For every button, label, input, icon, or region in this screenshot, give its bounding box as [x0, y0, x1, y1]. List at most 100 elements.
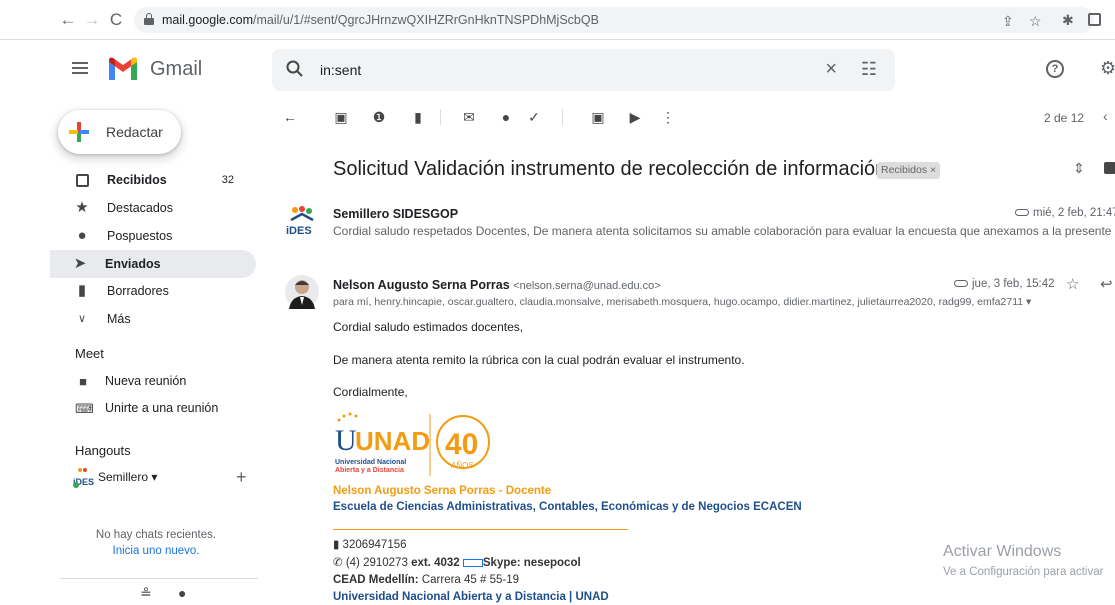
signature-name: Nelson Augusto Serna Porras - Docente [333, 485, 552, 497]
svg-text:iDES: iDES [286, 225, 312, 237]
label-icon[interactable]: ▶ [627, 109, 643, 125]
signature-university: Universidad Nacional Abierta y a Distanc… [333, 591, 609, 603]
hangouts-user-status[interactable]: iDES Semillero ▾ + [72, 466, 262, 490]
meet-item-label: Unirte a una reunión [105, 401, 219, 415]
main-menu-icon[interactable] [72, 62, 88, 74]
windows-activation-subtitle: Ve a Configuración para activar [943, 566, 1104, 578]
meet-item-label: Nueva reunión [105, 374, 187, 388]
message-snippet[interactable]: Cordial saludo respetados Docentes, De m… [333, 224, 1115, 238]
pagination-text: 2 de 12 [1044, 111, 1085, 125]
signature-school: Escuela de Ciencias Administrativas, Con… [333, 501, 802, 513]
message-date: mié, 2 feb, 21:47 [1015, 207, 1115, 219]
video-icon: ■ [79, 374, 87, 389]
more-options-icon[interactable]: ⋮ [660, 109, 676, 125]
keyboard-icon: ⌨ [75, 401, 94, 416]
person-icon[interactable]: ≗ [140, 585, 152, 602]
sidebar-item-label: Enviados [105, 257, 161, 271]
inbox-icon [76, 174, 89, 187]
svg-text:U: U [335, 424, 357, 457]
send-icon: ➤ [73, 255, 87, 272]
search-input[interactable]: in:sent [320, 62, 361, 78]
start-chat-link[interactable]: Inicia uno nuevo. [70, 543, 242, 559]
help-icon[interactable]: ? [1046, 60, 1064, 78]
anniversary-number: 40 [445, 428, 478, 461]
keyboard-icon [462, 558, 483, 567]
report-spam-icon[interactable]: ❶ [371, 109, 387, 125]
sidebar-item-snoozed[interactable]: ● Pospuestos [52, 222, 258, 250]
meet-section-title: Meet [75, 346, 104, 361]
body-paragraph: De manera atenta remito la rúbrica con l… [333, 353, 745, 367]
join-meeting-button[interactable]: ⌨ Unirte a una reunión [75, 397, 255, 421]
back-to-list-icon[interactable]: ← [282, 109, 298, 125]
logo-sub2: Abierta y a Distancia [335, 467, 404, 474]
windows-activation-title: Activar Windows [943, 543, 1062, 560]
back-arrow-icon[interactable]: ← [58, 10, 78, 30]
chat-bubble-icon[interactable]: ● [178, 585, 186, 601]
search-icon[interactable] [286, 60, 304, 78]
sender-avatar[interactable]: iDES [285, 204, 319, 238]
print-icon[interactable] [1104, 162, 1115, 174]
new-meeting-button[interactable]: ■ Nueva reunión [75, 370, 255, 394]
compose-label: Redactar [106, 124, 163, 140]
settings-icon[interactable]: ⚙ [1100, 58, 1115, 79]
toolbar-divider [562, 109, 563, 125]
previous-icon[interactable]: ‹ [1103, 108, 1108, 124]
sidebar-item-starred[interactable]: ★ Destacados [52, 194, 258, 222]
signature-cead: CEAD Medellín: Carrera 45 # 55-19 [333, 574, 519, 586]
sidebar-item-drafts[interactable]: ▮ Borradores [52, 277, 258, 305]
unad-logo: U UNAD Universidad Nacional Abierta y a … [335, 412, 490, 476]
move-to-icon[interactable]: ▣ [590, 109, 606, 125]
sidepanel-icon[interactable] [1088, 13, 1101, 26]
add-task-icon[interactable]: ✓ [526, 109, 542, 125]
sender-email: <nelson.serna@unad.edu.co> [513, 280, 661, 292]
attachment-icon [954, 280, 968, 288]
star-icon: ★ [75, 199, 89, 216]
anniversary-word: AÑOS [451, 461, 474, 470]
unread-count: 32 [221, 174, 234, 186]
address-bar[interactable]: mail.google.com/mail/u/1/#sent/QgrcJHrnz… [134, 7, 1094, 33]
reply-icon[interactable]: ↩ [1100, 275, 1113, 293]
star-message-icon[interactable]: ☆ [1066, 275, 1079, 293]
add-chat-icon[interactable]: + [236, 467, 247, 488]
sidebar-item-label: Recibidos [107, 173, 167, 187]
hangouts-section-title: Hangouts [75, 443, 131, 458]
url-text: mail.google.com/mail/u/1/#sent/QgrcJHrnz… [162, 13, 599, 27]
sidebar-item-label: Destacados [107, 201, 174, 215]
clear-search-icon[interactable]: × [825, 58, 837, 81]
sidebar-item-inbox[interactable]: Recibidos 32 [52, 166, 258, 194]
sender-name[interactable]: Semillero SIDESGOP [333, 207, 458, 221]
search-bar[interactable]: in:sent × ☷ [272, 49, 895, 91]
compose-button[interactable]: Redactar [58, 110, 181, 154]
email-subject: Solicitud Validación instrumento de reco… [333, 158, 887, 180]
phone-icon: ▮ [333, 539, 340, 551]
delete-icon[interactable]: ▮ [410, 109, 426, 125]
archive-icon[interactable]: ▣ [333, 109, 349, 125]
plus-icon [69, 122, 89, 142]
sender-avatar[interactable] [285, 275, 319, 309]
lock-icon [144, 13, 154, 25]
message-date: jue, 3 feb, 15:42 [954, 278, 1054, 290]
inbox-label-chip[interactable]: Recibidos × [877, 162, 941, 179]
sidebar-item-more[interactable]: ∨ Más [52, 305, 258, 333]
snooze-icon[interactable]: ● [498, 109, 514, 125]
forward-arrow-icon[interactable]: → [82, 10, 102, 30]
mark-unread-icon[interactable]: ✉ [461, 109, 477, 125]
expand-all-icon[interactable]: ⇕ [1073, 160, 1085, 177]
gmail-wordmark[interactable]: Gmail [150, 58, 202, 81]
gmail-logo-icon[interactable] [107, 56, 139, 80]
recipients-list[interactable]: para mí, henry.hincapie, oscar.gualtero,… [333, 296, 1031, 308]
reload-icon[interactable]: C [106, 10, 126, 30]
signature-divider [333, 529, 628, 530]
bookmark-star-icon[interactable]: ☆ [1029, 13, 1042, 30]
share-icon[interactable]: ⇪ [1002, 13, 1014, 30]
attachment-icon [1015, 209, 1029, 217]
signature-tel: ✆ (4) 2910273 ext. 4032 Skype: nesepocol [333, 557, 581, 569]
sidesgop-logo-icon: iDES [73, 468, 94, 488]
sidebar-item-sent[interactable]: ➤ Enviados [50, 250, 256, 278]
sender-name[interactable]: Nelson Augusto Serna Porras <nelson.sern… [333, 278, 661, 292]
search-options-icon[interactable]: ☷ [861, 59, 877, 80]
extensions-icon[interactable]: ✱ [1062, 12, 1074, 29]
sidebar-item-label: Pospuestos [107, 229, 173, 243]
body-closing: Cordialmente, [333, 385, 408, 399]
sidebar-item-label: Borradores [107, 284, 169, 298]
